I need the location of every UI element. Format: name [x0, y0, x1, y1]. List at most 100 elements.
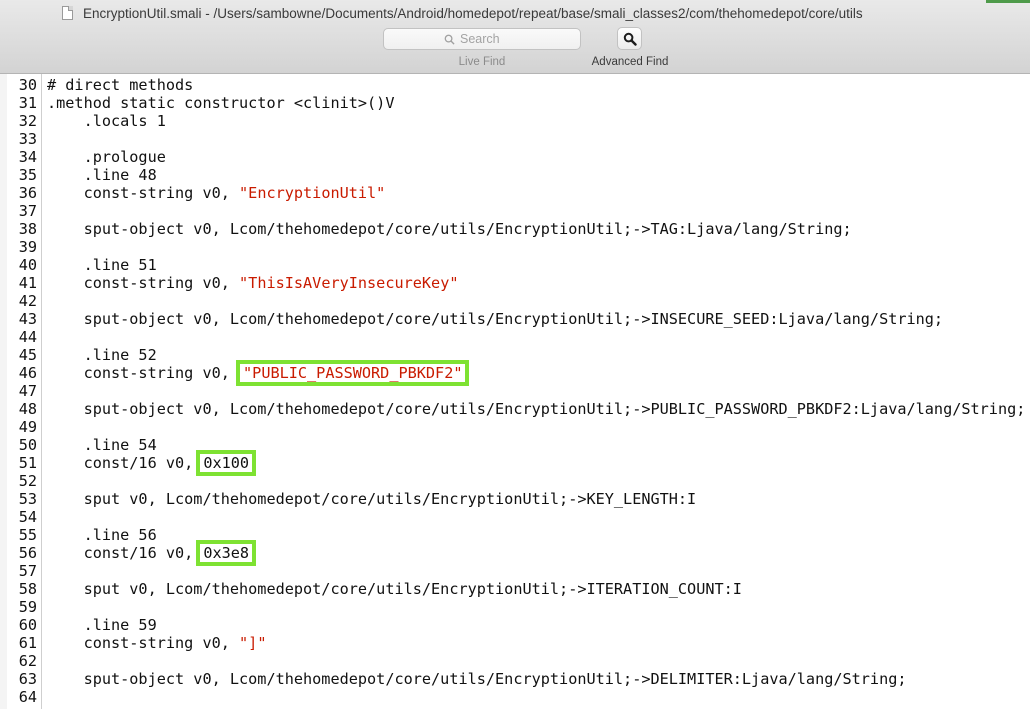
line-number: 35: [18, 166, 37, 184]
line-code: sput v0, Lcom/thehomedepot/core/utils/En…: [47, 580, 742, 598]
code-line: 41 const-string v0, "ThisIsAVeryInsecure…: [0, 274, 1030, 292]
line-number: 47: [18, 382, 37, 400]
line-number: 38: [18, 220, 37, 238]
code-text: const-string v0,: [47, 184, 240, 202]
line-code: sput-object v0, Lcom/thehomedepot/core/u…: [47, 400, 1026, 418]
line-number: 40: [18, 256, 37, 274]
code-line: 53 sput v0, Lcom/thehomedepot/core/utils…: [0, 490, 1030, 508]
string-literal: "]": [239, 634, 267, 652]
code-text: .line 48: [47, 166, 157, 184]
code-line: 49: [0, 418, 1030, 436]
line-code: sput v0, Lcom/thehomedepot/core/utils/En…: [47, 490, 697, 508]
line-code: .line 52: [47, 346, 157, 364]
code-line: 47: [0, 382, 1030, 400]
line-number: 54: [18, 508, 37, 526]
code-line: 37: [0, 202, 1030, 220]
code-text: sput-object v0, Lcom/thehomedepot/core/u…: [47, 310, 944, 328]
line-number: 31: [18, 94, 37, 112]
code-line: 52: [0, 472, 1030, 490]
line-code: const-string v0, "PUBLIC_PASSWORD_PBKDF2…: [47, 360, 470, 386]
line-number: 46: [18, 364, 37, 382]
line-number: 49: [18, 418, 37, 436]
window-title: EncryptionUtil.smali - /Users/sambowne/D…: [62, 4, 863, 22]
code-text: sput v0, Lcom/thehomedepot/core/utils/En…: [47, 580, 742, 598]
line-code: .line 56: [47, 526, 157, 544]
line-code: const-string v0, "ThisIsAVeryInsecureKey…: [47, 274, 459, 292]
line-number: 64: [18, 688, 37, 706]
line-number: 56: [18, 544, 37, 562]
line-number: 43: [18, 310, 37, 328]
line-code: .line 51: [47, 256, 157, 274]
magnifier-icon: [623, 32, 637, 46]
code-line: 56 const/16 v0, 0x3e8: [0, 540, 1030, 566]
code-text: .line 52: [47, 346, 157, 364]
line-number: 62: [18, 652, 37, 670]
string-literal: "ThisIsAVeryInsecureKey": [239, 274, 459, 292]
line-code: const/16 v0, 0x100: [47, 450, 257, 476]
line-number: 37: [18, 202, 37, 220]
advanced-find-button[interactable]: [617, 27, 642, 50]
code-line: 45 .line 52: [0, 346, 1030, 364]
code-line: 46 const-string v0, "PUBLIC_PASSWORD_PBK…: [0, 360, 1030, 386]
code-line: 48 sput-object v0, Lcom/thehomedepot/cor…: [0, 400, 1030, 418]
line-number: 33: [18, 130, 37, 148]
code-text: sput-object v0, Lcom/thehomedepot/core/u…: [47, 400, 1026, 418]
line-number: 52: [18, 472, 37, 490]
code-text: .line 56: [47, 526, 157, 544]
line-number: 57: [18, 562, 37, 580]
code-line: 51 const/16 v0, 0x100: [0, 450, 1030, 476]
line-number: 59: [18, 598, 37, 616]
code-line: 44: [0, 328, 1030, 346]
code-line: 36 const-string v0, "EncryptionUtil": [0, 184, 1030, 202]
line-code: sput-object v0, Lcom/thehomedepot/core/u…: [47, 670, 907, 688]
string-literal: "EncryptionUtil": [239, 184, 386, 202]
search-input[interactable]: [460, 32, 520, 46]
code-editor[interactable]: 30 # direct methods 31 .method static const…: [0, 74, 1030, 709]
code-line: 59: [0, 598, 1030, 616]
code-text: .line 54: [47, 436, 157, 454]
code-text: const-string v0,: [47, 634, 240, 652]
line-code: const-string v0, "EncryptionUtil": [47, 184, 386, 202]
code-line: 61 const-string v0, "]": [0, 634, 1030, 652]
code-text: const-string v0,: [47, 364, 240, 382]
line-number: 51: [18, 454, 37, 472]
code-text: .locals 1: [47, 112, 166, 130]
code-line: 38 sput-object v0, Lcom/thehomedepot/cor…: [0, 220, 1030, 238]
line-number: 48: [18, 400, 37, 418]
line-number: 55: [18, 526, 37, 544]
code-line: 40 .line 51: [0, 256, 1030, 274]
line-number: 42: [18, 292, 37, 310]
line-number: 61: [18, 634, 37, 652]
code-line: 39: [0, 238, 1030, 256]
code-text: # direct methods: [47, 76, 194, 94]
code-line: 62: [0, 652, 1030, 670]
search-box[interactable]: [383, 28, 581, 50]
window-corner-accent: [986, 0, 1030, 3]
code-line: 42: [0, 292, 1030, 310]
code-line: 35 .line 48: [0, 166, 1030, 184]
code-line: 55 .line 56: [0, 526, 1030, 544]
line-number: 58: [18, 580, 37, 598]
code-line: 30 # direct methods: [0, 76, 1030, 94]
code-line: 32 .locals 1: [0, 112, 1030, 130]
code-line: 31 .method static constructor <clinit>()V: [0, 94, 1030, 112]
code-line: 43 sput-object v0, Lcom/thehomedepot/cor…: [0, 310, 1030, 328]
line-code: const/16 v0, 0x3e8: [47, 540, 257, 566]
code-text: .prologue: [47, 148, 166, 166]
code-text: const/16 v0,: [47, 544, 194, 562]
code-line: 63 sput-object v0, Lcom/thehomedepot/cor…: [0, 670, 1030, 688]
line-number: 34: [18, 148, 37, 166]
line-code: const-string v0, "]": [47, 634, 267, 652]
line-code: .method static constructor <clinit>()V: [47, 94, 394, 112]
line-code: sput-object v0, Lcom/thehomedepot/core/u…: [47, 310, 944, 328]
code-line: 58 sput v0, Lcom/thehomedepot/core/utils…: [0, 580, 1030, 598]
code-text: sput-object v0, Lcom/thehomedepot/core/u…: [47, 220, 852, 238]
line-number: 44: [18, 328, 37, 346]
code-text: .line 59: [47, 616, 157, 634]
code-text: const/16 v0,: [47, 454, 194, 472]
code-line: 54: [0, 508, 1030, 526]
line-code: .prologue: [47, 148, 166, 166]
line-number: 39: [18, 238, 37, 256]
line-code: .line 54: [47, 436, 157, 454]
advanced-find-label: Advanced Find: [591, 56, 669, 68]
